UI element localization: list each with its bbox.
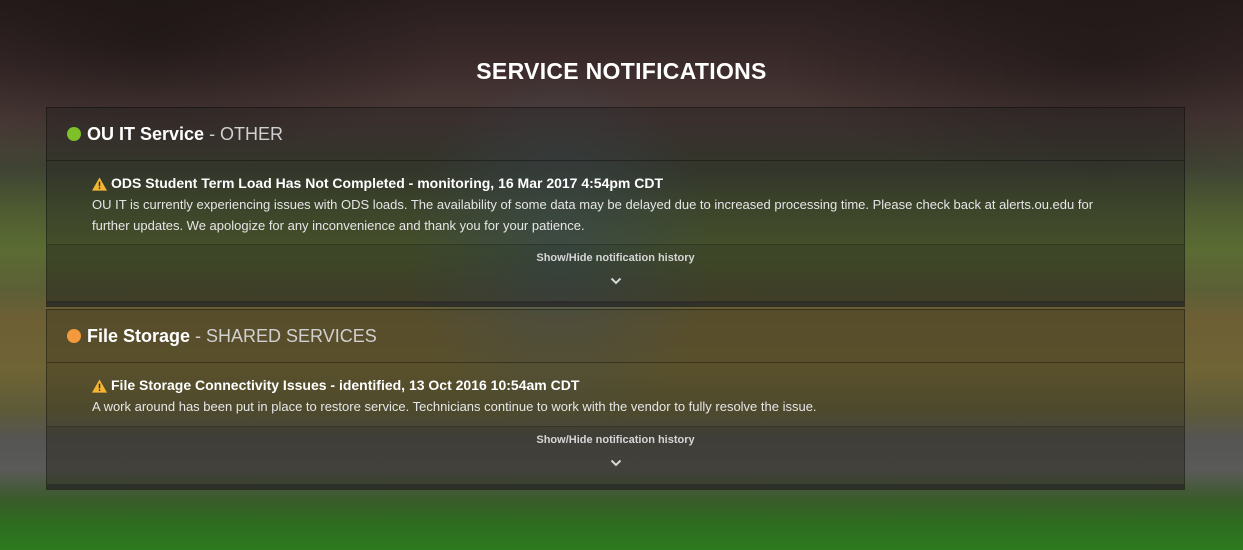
notice-body: ODS Student Term Load Has Not Completed …	[47, 161, 1184, 236]
status-dot-icon	[67, 127, 81, 141]
warning-icon	[92, 176, 107, 191]
warning-icon	[92, 378, 107, 393]
history-toggle[interactable]: Show/Hide notification history	[47, 426, 1184, 485]
page-title: SERVICE NOTIFICATIONS	[476, 58, 767, 84]
notice-title-text: File Storage Connectivity Issues - ident…	[111, 377, 580, 393]
chevron-down-icon[interactable]	[610, 277, 622, 285]
service-category: - SHARED SERVICES	[195, 325, 377, 346]
notice-text: A work around has been put in place to r…	[92, 399, 817, 414]
notice-title: ODS Student Term Load Has Not Completed …	[92, 173, 1134, 194]
service-name: File Storage	[87, 325, 191, 346]
panel-divider	[47, 484, 1184, 489]
chevron-down-icon[interactable]	[610, 459, 622, 467]
panel-header: File Storage - SHARED SERVICES	[47, 310, 1184, 363]
history-toggle-label[interactable]: Show/Hide notification history	[47, 252, 1184, 264]
service-name: OU IT Service	[87, 123, 205, 144]
history-toggle-label[interactable]: Show/Hide notification history	[47, 434, 1184, 446]
notice-text: OU IT is currently experiencing issues w…	[92, 197, 1094, 233]
notification-panel-ou-it-service: OU IT Service - OTHER ODS Student Term L…	[46, 107, 1185, 307]
notice-title-text: ODS Student Term Load Has Not Completed …	[111, 175, 664, 191]
service-category: - OTHER	[209, 123, 284, 144]
notification-panel-file-storage: File Storage - SHARED SERVICES File Stor…	[46, 309, 1185, 490]
status-dot-icon	[67, 329, 81, 343]
history-toggle[interactable]: Show/Hide notification history	[47, 244, 1184, 303]
panel-header: OU IT Service - OTHER	[47, 108, 1184, 161]
notice-title: File Storage Connectivity Issues - ident…	[92, 375, 1134, 396]
notice-body: File Storage Connectivity Issues - ident…	[47, 363, 1184, 417]
panel-divider	[47, 301, 1184, 306]
